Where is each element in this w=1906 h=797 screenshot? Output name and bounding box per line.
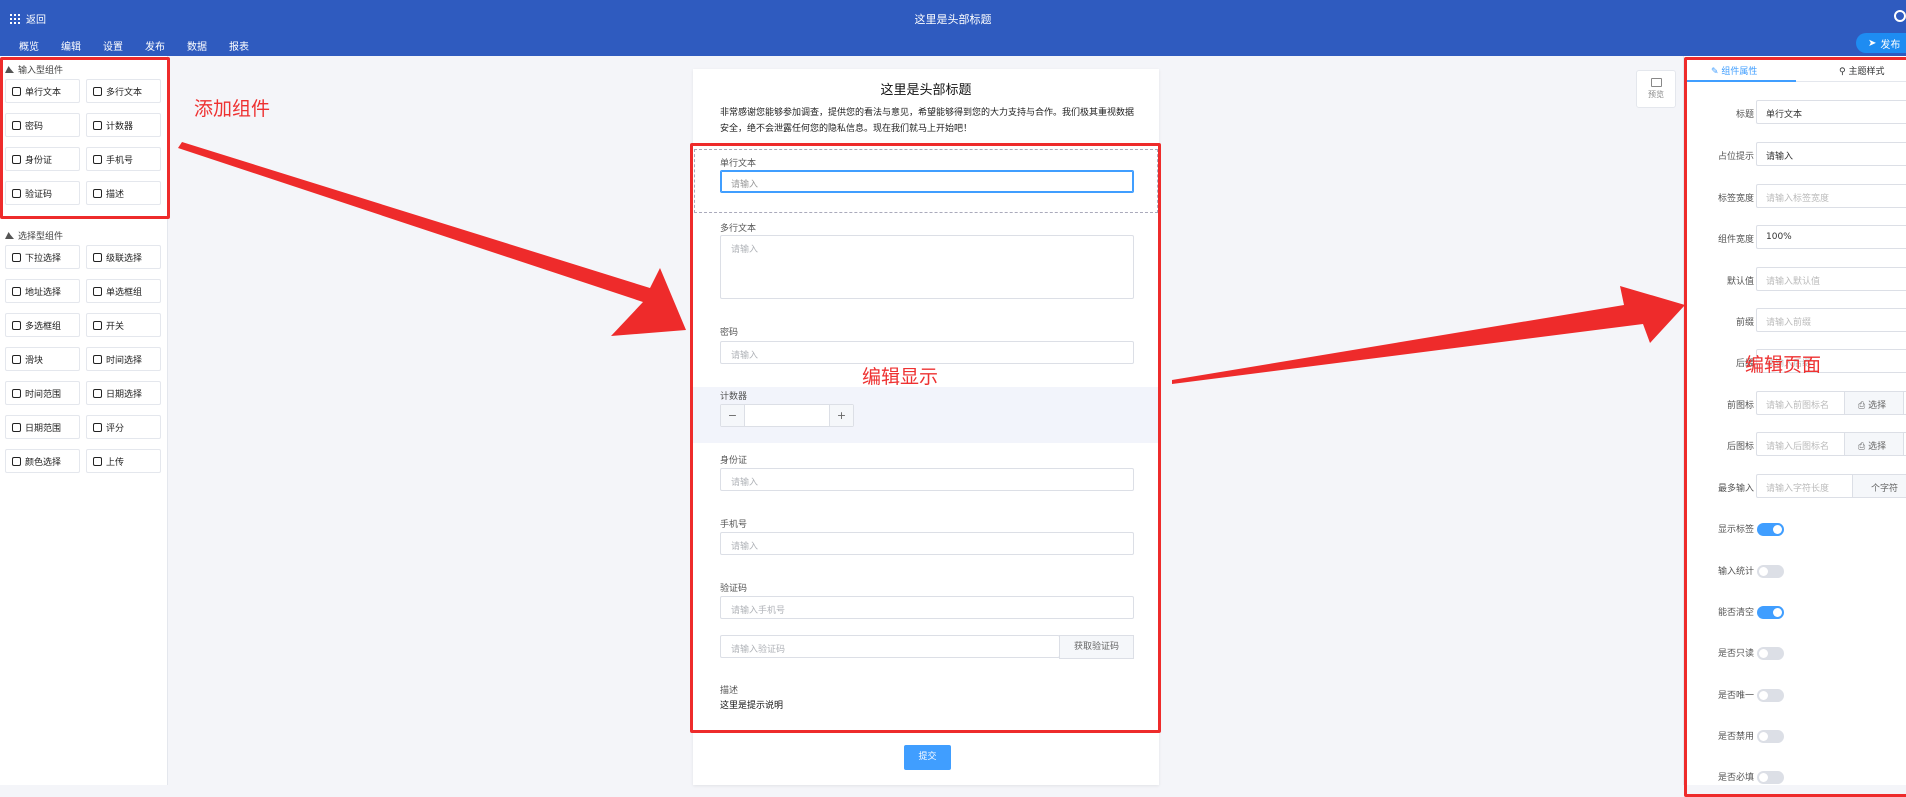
component-address[interactable]: 地址选择 [5, 279, 80, 303]
annotation-edit-page: 编辑页面 [1745, 354, 1822, 376]
nav-item-overview[interactable]: 概览 [19, 38, 39, 53]
component-date-picker[interactable]: 日期选择 [86, 381, 161, 405]
form-title[interactable]: 这里是头部标题 [693, 79, 1159, 98]
arrow-left-to-form [178, 142, 686, 336]
preview-label: 预览 [1648, 90, 1664, 99]
upload-icon [93, 456, 102, 466]
component-date-range[interactable]: 日期范围 [5, 415, 80, 439]
clock-icon [93, 354, 102, 364]
radio-icon [93, 286, 102, 296]
nav-item-publish[interactable]: 发布 [145, 38, 165, 53]
send-icon: ➤ [1868, 37, 1877, 49]
component-slider[interactable]: 滑块 [5, 347, 80, 371]
component-rate[interactable]: 评分 [86, 415, 161, 439]
annotation-add-components: 添加组件 [194, 98, 271, 120]
location-icon [12, 286, 21, 296]
publish-label: 发布 [1880, 39, 1901, 51]
calendar-icon [93, 388, 102, 398]
component-label: 日期选择 [106, 389, 143, 400]
nav-item-settings[interactable]: 设置 [103, 38, 123, 53]
cascader-icon [93, 252, 102, 262]
calendar-icon [12, 422, 21, 432]
annotation-edit-display: 编辑显示 [862, 366, 939, 388]
highlight-left-components [0, 57, 170, 219]
component-cascader[interactable]: 级联选择 [86, 245, 161, 269]
top-bar: 返回 这里是头部标题 概览 编辑 设置 发布 数据 报表 ➤ 发布 [0, 0, 1906, 56]
component-dropdown[interactable]: 下拉选择 [5, 245, 80, 269]
top-nav: 概览 编辑 设置 发布 数据 报表 [19, 38, 249, 53]
component-upload[interactable]: 上传 [86, 449, 161, 473]
publish-button[interactable]: ➤ 发布 [1856, 33, 1906, 53]
nav-item-data[interactable]: 数据 [187, 38, 207, 53]
preview-icon [1650, 78, 1662, 87]
select-section-label: 选择型组件 [18, 232, 64, 242]
highlight-property-panel [1684, 57, 1906, 797]
component-label: 时间范围 [25, 389, 62, 400]
slider-icon [12, 354, 21, 364]
component-label: 单选框组 [106, 287, 143, 298]
component-label: 颜色选择 [25, 457, 62, 468]
component-label: 地址选择 [25, 287, 62, 298]
section-icon [5, 232, 14, 239]
switch-icon [93, 320, 102, 330]
component-label: 评分 [106, 423, 125, 434]
component-label: 日期范围 [25, 423, 62, 434]
component-color-picker[interactable]: 颜色选择 [5, 449, 80, 473]
clock-icon [12, 388, 21, 398]
preview-button[interactable]: 预览 [1636, 70, 1676, 108]
palette-icon [12, 456, 21, 466]
highlight-form-editor [690, 143, 1161, 733]
component-switch[interactable]: 开关 [86, 313, 161, 337]
user-icon[interactable] [1894, 10, 1906, 22]
component-label: 多选框组 [25, 321, 62, 332]
arrow-form-to-panel [1172, 286, 1685, 384]
submit-button[interactable]: 提交 [904, 745, 951, 770]
page-title: 这里是头部标题 [914, 13, 992, 26]
nav-item-report[interactable]: 报表 [229, 38, 249, 53]
star-icon [93, 422, 102, 432]
component-label: 滑块 [25, 355, 44, 366]
component-label: 级联选择 [106, 253, 143, 264]
component-checkbox-group[interactable]: 多选框组 [5, 313, 80, 337]
component-label: 上传 [106, 457, 125, 468]
select-section-title: 选择型组件 [5, 229, 63, 242]
dropdown-icon [12, 252, 21, 262]
form-description[interactable]: 非常感谢您能够参加调查，提供您的看法与意见，希望能够得到您的大力支持与合作。我们… [720, 105, 1140, 137]
component-time-picker[interactable]: 时间选择 [86, 347, 161, 371]
component-label: 时间选择 [106, 355, 143, 366]
checkbox-icon [12, 320, 21, 330]
component-time-range[interactable]: 时间范围 [5, 381, 80, 405]
component-radio-group[interactable]: 单选框组 [86, 279, 161, 303]
component-label: 下拉选择 [25, 253, 62, 264]
nav-item-edit[interactable]: 编辑 [61, 38, 81, 53]
component-label: 开关 [106, 321, 125, 332]
